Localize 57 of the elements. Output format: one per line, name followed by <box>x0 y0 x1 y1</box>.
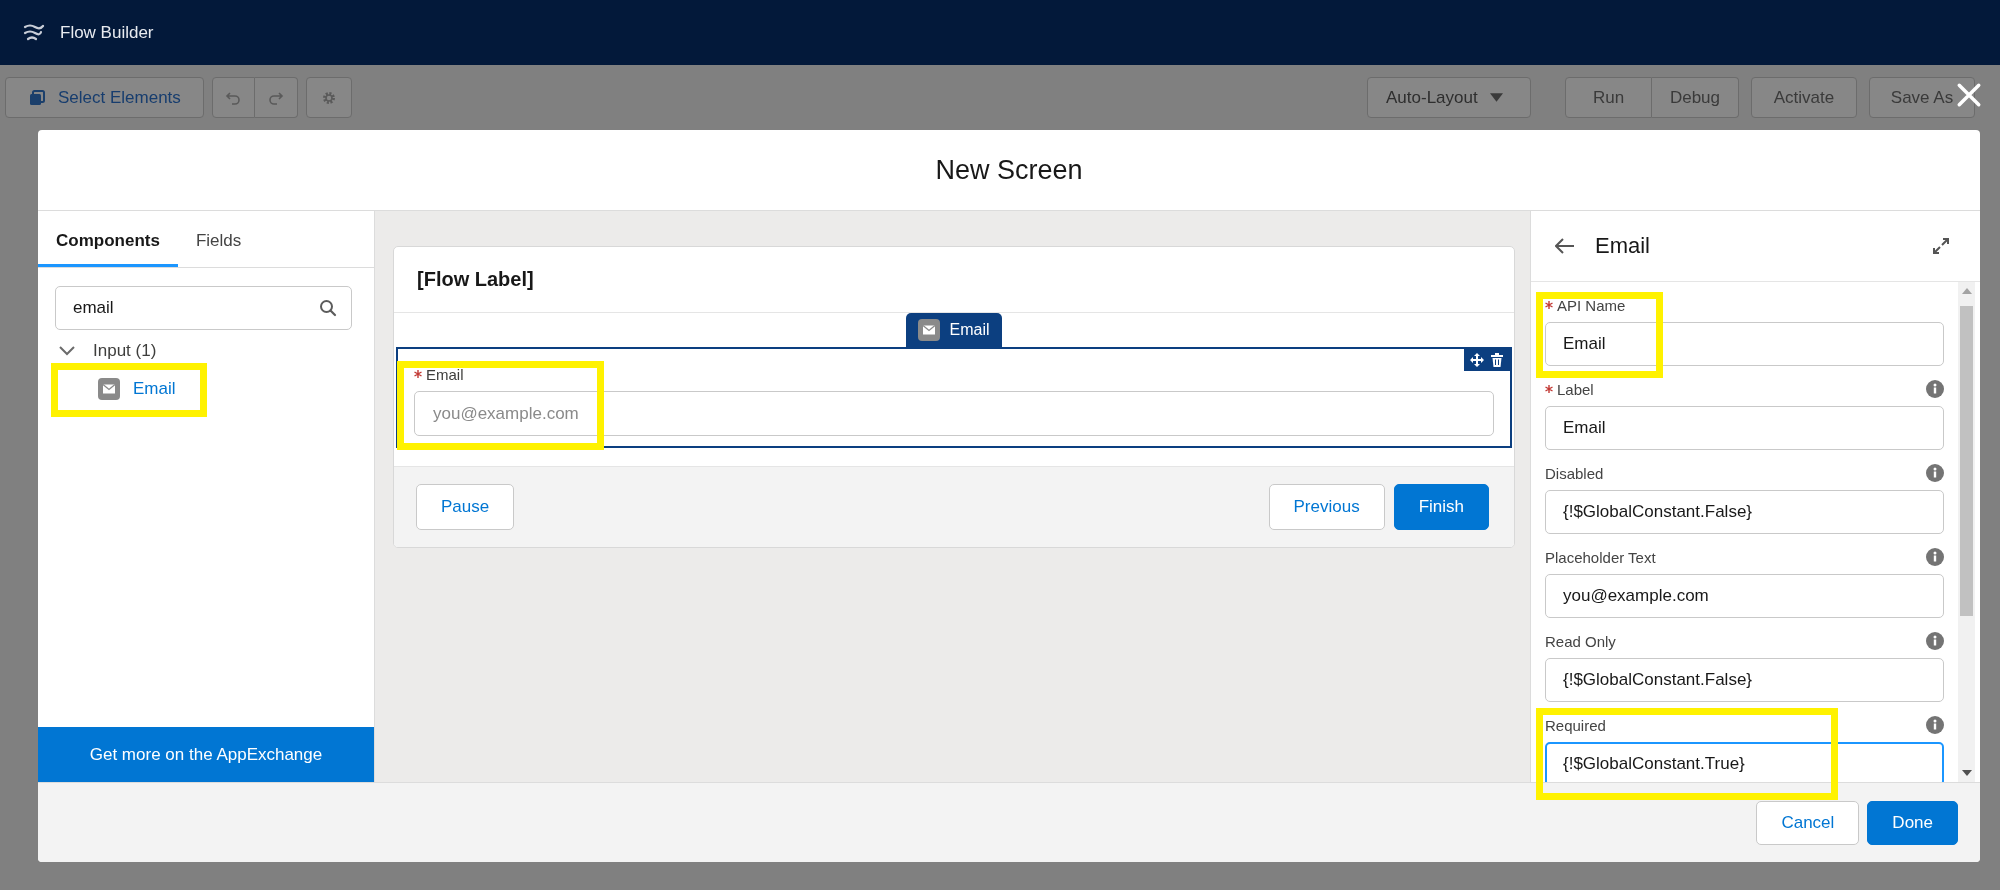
caret-icon <box>1489 93 1503 102</box>
footer-button[interactable]: Done <box>1867 801 1958 845</box>
email-icon <box>98 378 120 400</box>
expand-icon[interactable] <box>1932 237 1950 255</box>
property-input[interactable]: Email <box>1545 322 1944 366</box>
footer-button[interactable]: Cancel <box>1756 801 1860 845</box>
info-icon[interactable] <box>1926 548 1944 566</box>
panel-tab[interactable]: Components <box>38 211 178 267</box>
input-field[interactable]: you@example.com <box>414 391 1494 436</box>
undo-icon <box>225 89 242 106</box>
appexchange-button[interactable]: Get more on the AppExchange <box>38 727 374 782</box>
property-input[interactable]: you@example.com <box>1545 574 1944 618</box>
component-item[interactable]: Email <box>133 379 176 399</box>
selected-component[interactable]: Email you@example.com <box>396 347 1512 448</box>
component-tab-label: Email <box>949 321 990 339</box>
flow-label: [Flow Label] <box>417 268 534 291</box>
search-icon[interactable] <box>319 299 337 317</box>
select-icon <box>28 88 46 107</box>
search-field[interactable]: email <box>55 286 352 330</box>
app-title: Flow Builder <box>60 22 154 43</box>
move-icon[interactable] <box>1470 353 1484 367</box>
tree-group-label[interactable]: Input (1) <box>93 341 157 361</box>
chevron-icon[interactable] <box>58 345 76 357</box>
screen-button[interactable]: Pause <box>416 484 515 530</box>
settings-icon <box>320 89 337 106</box>
field-label: Email <box>426 365 464 383</box>
scrollbar[interactable] <box>1958 282 1975 782</box>
field-label: Label <box>1557 380 1594 398</box>
redo-icon <box>267 89 284 106</box>
email-icon <box>918 319 941 341</box>
panel-tab[interactable]: Fields <box>177 211 260 267</box>
field-label: Read Only <box>1545 632 1616 650</box>
field-label: Disabled <box>1545 464 1604 482</box>
scroll-down-icon[interactable] <box>1961 770 1972 776</box>
component-tab[interactable]: Email <box>906 313 1002 347</box>
property-input[interactable]: {!$GlobalConstant.False} <box>1545 658 1944 702</box>
component-actions[interactable] <box>1464 349 1510 371</box>
back-arrow-icon[interactable] <box>1555 238 1575 254</box>
field-label: Placeholder Text <box>1545 548 1656 566</box>
select-elements-button[interactable]: Select Elements <box>5 77 204 118</box>
screen-button[interactable]: Finish <box>1393 484 1489 530</box>
info-icon[interactable] <box>1926 716 1944 734</box>
auto-layout-dropdown[interactable]: Auto-Layout <box>1367 77 1531 118</box>
close-icon[interactable] <box>1956 82 1982 108</box>
logo-icon <box>22 22 46 43</box>
property-input[interactable]: {!$GlobalConstant.False} <box>1545 490 1944 534</box>
properties-title: Email <box>1595 233 1650 259</box>
property-input[interactable]: {!$GlobalConstant.True} <box>1545 742 1944 782</box>
delete-icon[interactable] <box>1490 353 1504 367</box>
field-label: API Name <box>1557 296 1626 314</box>
info-icon[interactable] <box>1926 380 1944 398</box>
property-input[interactable]: Email <box>1545 406 1944 450</box>
screen-button[interactable]: Previous <box>1268 484 1385 530</box>
field-label: Required <box>1545 716 1606 734</box>
info-icon[interactable] <box>1926 464 1944 482</box>
modal-title: New Screen <box>935 154 1083 186</box>
info-icon[interactable] <box>1926 632 1944 650</box>
